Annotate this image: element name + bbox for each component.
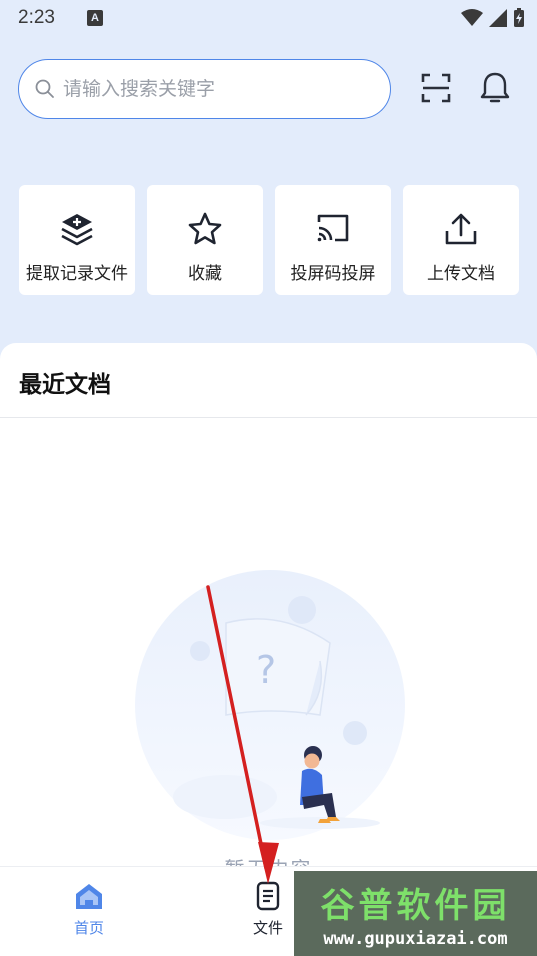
search-bar[interactable] — [18, 59, 391, 119]
divider — [0, 417, 537, 418]
quick-action-label: 提取记录文件 — [26, 264, 128, 284]
notification-button[interactable] — [477, 70, 513, 106]
search-icon — [35, 79, 54, 98]
quick-action-favorites[interactable]: 收藏 — [147, 185, 263, 295]
wifi-icon — [461, 9, 483, 26]
quick-action-upload[interactable]: 上传文档 — [403, 185, 519, 295]
nav-label: 文件 — [252, 919, 283, 937]
home-icon — [76, 884, 102, 909]
nav-item-home[interactable]: 首页 — [49, 881, 129, 938]
status-indicators — [461, 8, 525, 28]
quick-action-label: 投屏码投屏 — [290, 264, 376, 284]
status-time: 2:23 — [18, 7, 55, 28]
star-icon — [188, 212, 222, 245]
document-icon — [256, 881, 280, 911]
bell-icon — [480, 72, 510, 103]
battery-charging-icon — [514, 8, 524, 27]
quick-action-label: 收藏 — [188, 264, 222, 284]
scan-icon — [421, 73, 451, 103]
quick-action-extract-records[interactable]: 提取记录文件 — [19, 185, 135, 295]
empty-state-illustration: ? — [135, 570, 405, 840]
quick-action-screen-cast[interactable]: 投屏码投屏 — [275, 185, 391, 295]
signal-icon — [489, 9, 507, 27]
cast-icon — [317, 214, 349, 242]
watermark-title: 谷普软件园 — [320, 886, 511, 926]
recent-documents-title: 最近文档 — [19, 372, 111, 398]
scan-button[interactable] — [418, 70, 454, 106]
notification-a-icon: A — [86, 10, 103, 26]
watermark-url: www.gupuxiazai.com — [323, 929, 508, 949]
upload-icon — [445, 213, 477, 245]
nav-label: 首页 — [73, 919, 104, 937]
quick-action-label: 上传文档 — [427, 264, 495, 284]
search-input[interactable] — [63, 78, 363, 100]
layers-plus-icon — [61, 214, 93, 246]
svg-text:?: ? — [256, 648, 276, 692]
status-bar: 2:23 A — [0, 0, 537, 36]
watermark-overlay: 谷普软件园 www.gupuxiazai.com — [294, 871, 537, 956]
recent-documents-panel: 最近文档 ? 暂无内容 — [0, 343, 537, 956]
